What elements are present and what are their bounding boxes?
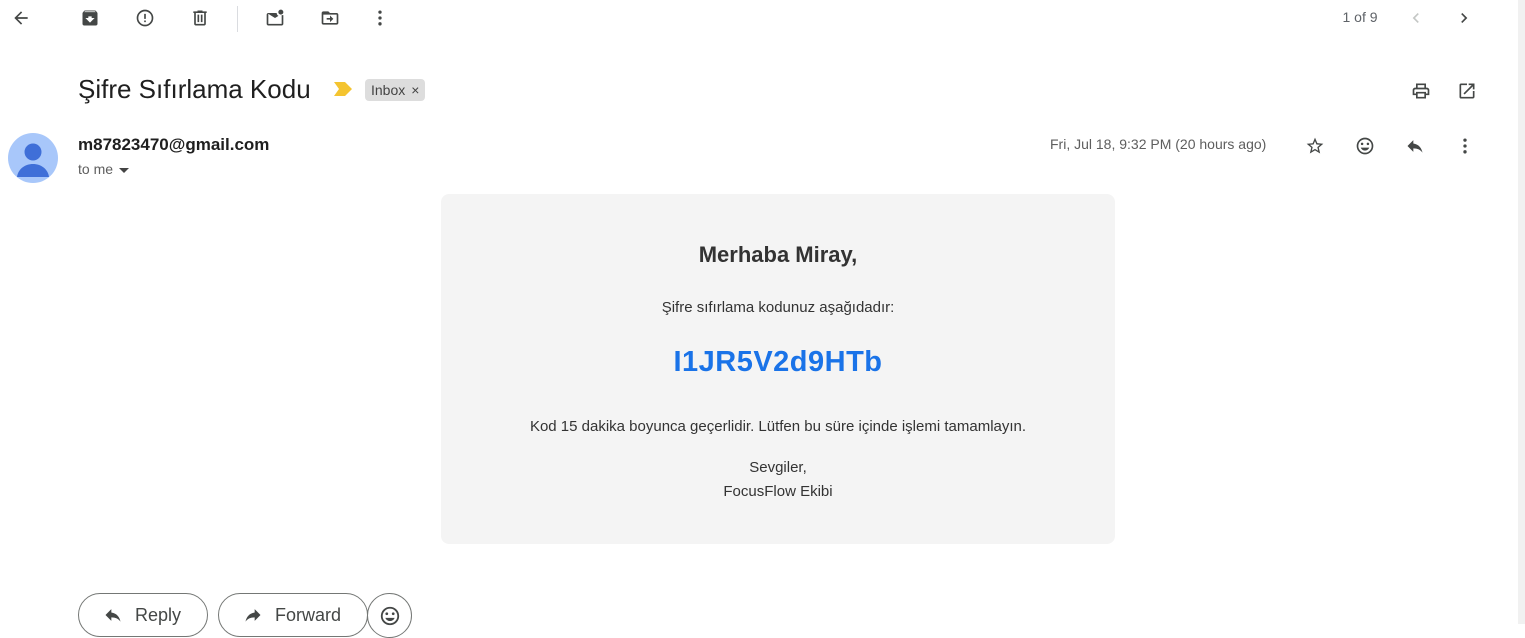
important-marker-icon[interactable] xyxy=(334,82,352,96)
more-vert-icon xyxy=(1463,138,1467,154)
add-reaction-button[interactable] xyxy=(1345,126,1385,166)
print-button[interactable] xyxy=(1401,71,1441,111)
arrow-left-icon xyxy=(14,11,28,25)
more-options-button[interactable] xyxy=(360,0,400,38)
reply-icon xyxy=(105,609,121,622)
person-icon xyxy=(17,143,49,177)
older-button[interactable] xyxy=(1444,0,1484,38)
avatar[interactable] xyxy=(8,133,58,183)
star-button[interactable] xyxy=(1295,126,1335,166)
mark-unread-icon xyxy=(266,9,284,26)
email-subject: Şifre Sıfırlama Kodu xyxy=(78,74,311,104)
reply-icon-button[interactable] xyxy=(1395,126,1435,166)
star-icon xyxy=(1306,137,1324,154)
mark-unread-button[interactable] xyxy=(255,0,295,38)
signoff-text: Sevgiler, xyxy=(749,459,807,476)
more-vert-icon xyxy=(378,10,382,26)
team-name: FocusFlow Ekibi xyxy=(723,483,833,500)
email-body-card: Merhaba Miray, Şifre sıfırlama kodunuz a… xyxy=(441,194,1115,544)
report-spam-button[interactable] xyxy=(125,0,165,38)
open-new-window-button[interactable] xyxy=(1447,71,1487,111)
recipient-details[interactable]: to me xyxy=(78,161,130,177)
remove-label-button[interactable]: × xyxy=(411,82,419,98)
sender-email[interactable]: m87823470@gmail.com xyxy=(78,135,269,155)
back-button[interactable] xyxy=(1,0,41,38)
open-in-new-icon xyxy=(1459,83,1475,99)
message-more-button[interactable] xyxy=(1445,126,1485,166)
emoji-reaction-button[interactable] xyxy=(367,593,412,638)
move-to-folder-icon xyxy=(321,11,339,25)
validity-text: Kod 15 dakika boyunca geçerlidir. Lütfen… xyxy=(529,418,1027,435)
emoji-icon xyxy=(1356,137,1374,155)
move-to-button[interactable] xyxy=(310,0,350,38)
delete-button[interactable] xyxy=(180,0,220,38)
report-spam-icon xyxy=(136,9,154,27)
recipient-text: to me xyxy=(78,161,114,177)
emoji-icon xyxy=(380,606,399,625)
archive-icon xyxy=(82,10,98,26)
newer-button[interactable] xyxy=(1396,0,1436,38)
toolbar-divider xyxy=(237,6,238,32)
reset-code: I1JR5V2d9HTb xyxy=(673,346,883,378)
inbox-label-chip: Inbox × xyxy=(365,79,426,101)
archive-button[interactable] xyxy=(70,0,110,38)
pager-text: 1 of 9 xyxy=(1342,9,1378,25)
intro-text: Şifre sıfırlama kodunuz aşağıdadır: xyxy=(661,299,895,316)
reply-label: Reply xyxy=(135,604,182,625)
reply-icon xyxy=(1407,140,1423,153)
chevron-left-icon xyxy=(1412,13,1419,23)
reply-button[interactable]: Reply xyxy=(78,593,209,637)
label-text: Inbox xyxy=(371,82,406,98)
forward-label: Forward xyxy=(275,604,342,625)
email-date: Fri, Jul 18, 9:32 PM (20 hours ago) xyxy=(1050,136,1267,152)
caret-down-icon xyxy=(119,167,130,173)
greeting: Merhaba Miray, xyxy=(698,242,858,267)
chevron-right-icon xyxy=(1461,13,1468,23)
forward-icon xyxy=(245,609,261,622)
trash-icon xyxy=(193,10,207,26)
print-icon xyxy=(1412,83,1430,99)
scrollbar-track[interactable] xyxy=(1518,0,1525,624)
forward-button[interactable]: Forward xyxy=(218,593,369,637)
